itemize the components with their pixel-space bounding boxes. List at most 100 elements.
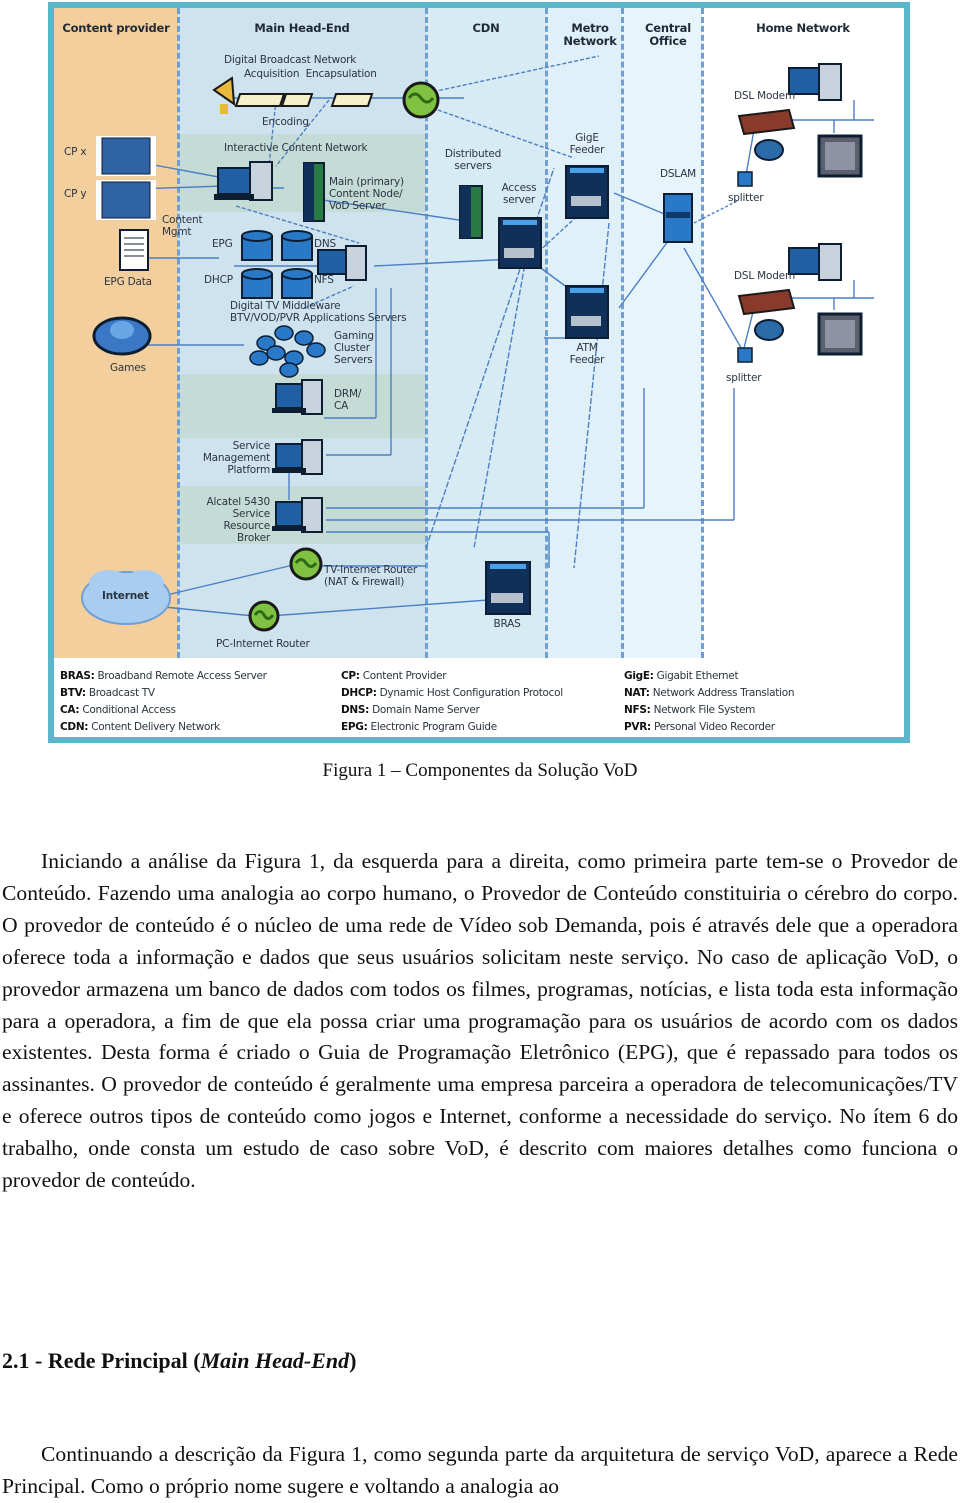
access-server-icon	[498, 217, 542, 269]
label-pc-router: PC-Internet Router	[216, 638, 310, 650]
label-drm-2: CA	[334, 400, 349, 412]
column-title-metro-network: Metro Network	[563, 21, 617, 48]
resource-broker-workstation-icon	[272, 497, 323, 533]
vod-architecture-figure: Content provider Main Head-End CDN Metro…	[48, 2, 910, 743]
label-atm-2: Feeder	[569, 354, 605, 366]
television-icon	[817, 134, 863, 178]
dslam-icon	[663, 193, 693, 243]
legend-item: BRAS: Broadband Remote Access Server	[60, 670, 267, 682]
label-cp-y: CP y	[64, 188, 87, 200]
bras-icon	[485, 561, 531, 615]
label-access-1: Access	[501, 182, 537, 194]
legend-item: DNS: Domain Name Server	[341, 704, 480, 716]
column-title-home-network: Home Network	[756, 21, 850, 35]
label-epg: EPG	[212, 238, 233, 250]
label-nfs: NFS	[314, 274, 334, 286]
legend-item: BTV: Broadcast TV	[60, 687, 155, 699]
label-middleware-1: Digital TV Middleware	[230, 300, 341, 312]
legend-item: DHCP: Dynamic Host Configuration Protoco…	[341, 687, 563, 699]
legend-item: EPG: Electronic Program Guide	[341, 721, 497, 733]
dns-database-icon	[281, 230, 313, 261]
legend-item: CA: Conditional Access	[60, 704, 176, 716]
legend-item: CP: Content Provider	[341, 670, 447, 682]
vod-server-icon	[303, 162, 325, 222]
label-main-node-3: VoD Server	[329, 200, 386, 212]
wire	[618, 232, 675, 309]
pc-internet-router-icon	[248, 600, 280, 632]
label-smp-1: Service	[232, 440, 271, 452]
label-digital-broadcast-network: Digital Broadcast Network	[224, 54, 357, 66]
splitter-icon	[737, 171, 753, 187]
paragraph: Iniciando a análise da Figura 1, da esqu…	[2, 846, 958, 1197]
label-games: Games	[110, 362, 146, 374]
label-tv-router-1: TV-Internet Router	[324, 564, 417, 576]
label-interactive-content-network: Interactive Content Network	[224, 142, 368, 154]
game-controller-icon	[92, 316, 152, 356]
heading-close: )	[349, 1348, 357, 1373]
label-main-node-2: Content Node/	[329, 188, 403, 200]
atm-feeder-icon	[565, 285, 609, 339]
label-middleware-2: BTV/VOD/PVR Applications Servers	[230, 312, 407, 324]
dsl-modem-icon	[737, 288, 796, 316]
legend-column: GigE: Gigabit Ethernet NAT: Network Addr…	[624, 668, 794, 736]
service-management-workstation-icon	[272, 439, 323, 475]
encoder-icon	[280, 93, 314, 107]
legend-column: BRAS: Broadband Remote Access Server BTV…	[60, 668, 267, 736]
label-access-2: server	[502, 194, 536, 206]
splitter-icon	[737, 347, 753, 363]
label-dhcp: DHCP	[204, 274, 233, 286]
label-atm-1: ATM	[576, 342, 598, 354]
label-srb-2: Service	[232, 508, 271, 520]
label-main-node-1: Main (primary)	[329, 176, 404, 188]
column-title-central-office: Central Office	[645, 21, 691, 48]
legend-item: NAT: Network Address Translation	[624, 687, 795, 699]
content-provider-y-icon	[96, 180, 156, 220]
column-title-main-head-end: Main Head-End	[254, 21, 350, 35]
gige-feeder-icon	[565, 165, 609, 219]
dsl-modem-icon	[737, 108, 796, 136]
label-gaming-3: Servers	[334, 354, 373, 366]
column-title-content-provider: Content provider	[62, 21, 170, 35]
label-srb-3: Resource	[223, 520, 270, 532]
epg-data-document-icon	[119, 229, 149, 271]
label-splitter-2: splitter	[726, 372, 762, 384]
legend-item: CDN: Content Delivery Network	[60, 721, 220, 733]
label-encoding: Encoding	[262, 116, 309, 128]
label-smp-3: Platform	[227, 464, 270, 476]
wire	[268, 597, 517, 617]
nfs-database-icon	[281, 268, 313, 299]
legend-column: CP: Content Provider DHCP: Dynamic Host …	[341, 668, 563, 736]
paragraph-text: Iniciando a análise da Figura 1, da esqu…	[2, 849, 958, 1193]
label-smp-2: Management	[202, 452, 270, 464]
label-dslam: DSLAM	[659, 168, 697, 180]
gaming-cluster-icon	[249, 325, 326, 378]
drm-ca-workstation-icon	[272, 379, 323, 415]
epg-database-icon	[241, 230, 273, 261]
network-diagram	[81, 55, 874, 632]
label-distributed-1: Distributed	[444, 148, 502, 160]
wire	[473, 257, 527, 549]
label-bras: BRAS	[493, 618, 521, 630]
wire	[268, 99, 277, 167]
label-content-mgmt-1: Content	[162, 214, 203, 226]
label-epg-data: EPG Data	[104, 276, 152, 288]
television-icon	[817, 312, 863, 356]
heading-number: 2.1 - Rede Principal (	[2, 1348, 201, 1373]
label-dsl-modem-2: DSL Modem	[734, 270, 795, 282]
legend-item: GigE: Gigabit Ethernet	[624, 670, 739, 682]
column-title-cdn: CDN	[472, 21, 500, 35]
wire	[153, 565, 290, 599]
dhcp-database-icon	[241, 268, 273, 299]
telephone-icon	[754, 319, 784, 341]
figure-canvas: Content provider Main Head-End CDN Metro…	[54, 8, 904, 737]
paragraph-text: Continuando a descrição da Figura 1, com…	[2, 1442, 958, 1498]
label-dsl-modem-1: DSL Modem	[734, 90, 795, 102]
distributed-servers-icon	[459, 185, 483, 239]
label-gaming-1: Gaming	[334, 330, 374, 342]
icn-workstation-icon	[214, 161, 273, 201]
section-heading: 2.1 - Rede Principal (Main Head-End)	[2, 1348, 356, 1374]
label-cp-x: CP x	[64, 146, 87, 158]
core-router-icon	[402, 81, 440, 119]
label-gige-1: GigE	[575, 132, 599, 144]
tv-internet-router-icon	[289, 547, 323, 581]
